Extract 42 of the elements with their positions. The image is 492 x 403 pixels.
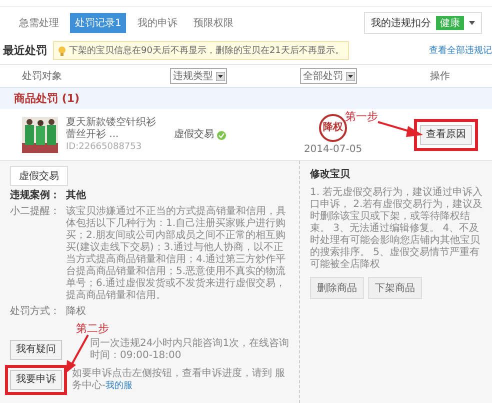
fix-instructions: 1. 若无虚假交易行为，建议通过申诉入口申诉， 2.若有虚假交易行为，建议及时删除该宝贝或下架，或等待降权结束。 3、无法通过编辑修复。 4、不及时处理有可能会影响您店铺内其他宝贝的搜索排序。 5、虚假交易情节严重有可能被全店降权 — [310, 187, 484, 271]
violation-tab[interactable]: 虚假交易 — [10, 166, 68, 186]
question-button[interactable]: 我有疑问 — [10, 340, 62, 360]
view-all-link[interactable]: 查看全部违规记 — [429, 44, 492, 57]
service-record-link[interactable]: 我的服 — [106, 381, 133, 391]
penalty-date: 2014-07-05 — [304, 144, 362, 156]
tab[interactable]: 我的申诉 — [132, 13, 182, 33]
caret-icon — [469, 21, 475, 25]
action-button[interactable]: 下架商品 — [368, 277, 422, 299]
field-value: 其他 — [66, 190, 86, 202]
lightbulb-icon — [58, 46, 66, 56]
step-label: 第一步 — [345, 111, 378, 123]
column-header: 处罚对象 — [22, 70, 63, 83]
caret-icon — [216, 72, 225, 80]
appeal-button[interactable]: 我要申诉 — [10, 370, 62, 390]
step-label: 第二步 — [76, 322, 109, 335]
product-id: ID:22665088753 — [66, 141, 143, 153]
group-header: 商品处罚 (1) — [0, 88, 492, 109]
penalty-stamp: 降权 — [319, 114, 347, 142]
appeal-note: 如要申诉点击左侧按钮，查看申诉进度，请到 服务中心-我的服 — [72, 368, 286, 392]
field-label: 处罚方式： — [10, 306, 61, 318]
column-header: 操作 — [430, 70, 451, 83]
caret-icon — [346, 72, 355, 80]
violation-type: 虚假交易 — [174, 129, 214, 141]
action-button[interactable]: 删除商品 — [310, 277, 364, 299]
consult-note: 同一次违规24小时内只能咨询1次，在线咨询时间：09:00-18:00 — [90, 338, 290, 362]
tab[interactable]: 处罚记录1 — [70, 13, 126, 33]
tip-banner: 下架的宝贝信息在90天后不再显示，删除的宝贝在21天后不再显示。 — [53, 41, 349, 60]
field-label: 小二提醒： — [10, 206, 61, 219]
status-badge: 健康 — [436, 16, 464, 30]
field-value: 降权 — [66, 306, 86, 318]
tab[interactable]: 急需处理 — [14, 13, 64, 33]
dropdown[interactable]: 违规类型 — [170, 68, 227, 84]
field-label: 违规案例： — [10, 190, 61, 202]
fix-title: 修改宝贝 — [310, 167, 351, 181]
reminder-text: 该宝贝涉嫌通过不正当的方式提高销量和信用，具体包括以下几种行为：1.自己注册买家账户进行购买；2.朋友间或公司内部成员之间不正常的相互购买(建议走线下交易)；3.通过与他人协商，以不正当方式提高商品销量和信用；4.通过第三方炒作平台提高商品销量和信用；5.恶意使用不真实的物流单号；6.通过虚假发货或不发货来进行虚假交易，提高商品销量和信用。 — [66, 206, 287, 302]
product-title[interactable]: 夏天新款镂空针织衫蕾丝开衫 ... — [66, 117, 162, 141]
section-title: 最近处罚 — [3, 43, 47, 58]
view-reason-button[interactable]: 查看原因 — [420, 125, 472, 145]
tab[interactable]: 预限权限 — [188, 13, 238, 33]
dropdown[interactable]: 全部处罚 — [300, 68, 357, 84]
score-menu[interactable]: 我的违规扣分 健康 — [364, 12, 482, 34]
